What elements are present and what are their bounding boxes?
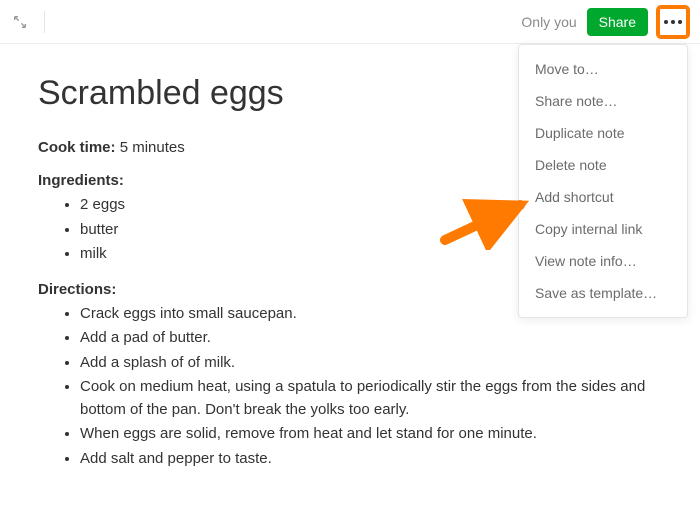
list-item[interactable]: Cook on medium heat, using a spatula to …: [80, 375, 662, 422]
list-item[interactable]: Add salt and pepper to taste.: [80, 447, 662, 472]
visibility-label: Only you: [521, 14, 576, 30]
more-icon: [664, 20, 682, 24]
cook-time-value: 5 minutes: [120, 139, 185, 156]
menu-item-add-shortcut[interactable]: Add shortcut: [519, 181, 687, 213]
menu-item-move-to[interactable]: Move to…: [519, 53, 687, 85]
menu-item-copy-link[interactable]: Copy internal link: [519, 213, 687, 245]
share-button[interactable]: Share: [587, 8, 648, 36]
toolbar-divider: [44, 11, 45, 33]
directions-list[interactable]: Crack eggs into small saucepan. Add a pa…: [38, 302, 662, 472]
list-item[interactable]: When eggs are solid, remove from heat an…: [80, 422, 662, 447]
menu-item-share-note[interactable]: Share note…: [519, 85, 687, 117]
menu-item-save-template[interactable]: Save as template…: [519, 277, 687, 309]
menu-item-view-info[interactable]: View note info…: [519, 245, 687, 277]
list-item[interactable]: Add a splash of of milk.: [80, 351, 662, 376]
more-actions-button[interactable]: [658, 7, 688, 37]
top-toolbar: Only you Share: [0, 0, 700, 44]
menu-item-duplicate[interactable]: Duplicate note: [519, 117, 687, 149]
cook-time-label: Cook time:: [38, 139, 116, 156]
list-item[interactable]: Add a pad of butter.: [80, 326, 662, 351]
expand-icon[interactable]: [12, 14, 28, 30]
more-actions-menu: Move to… Share note… Duplicate note Dele…: [518, 44, 688, 318]
menu-item-delete[interactable]: Delete note: [519, 149, 687, 181]
